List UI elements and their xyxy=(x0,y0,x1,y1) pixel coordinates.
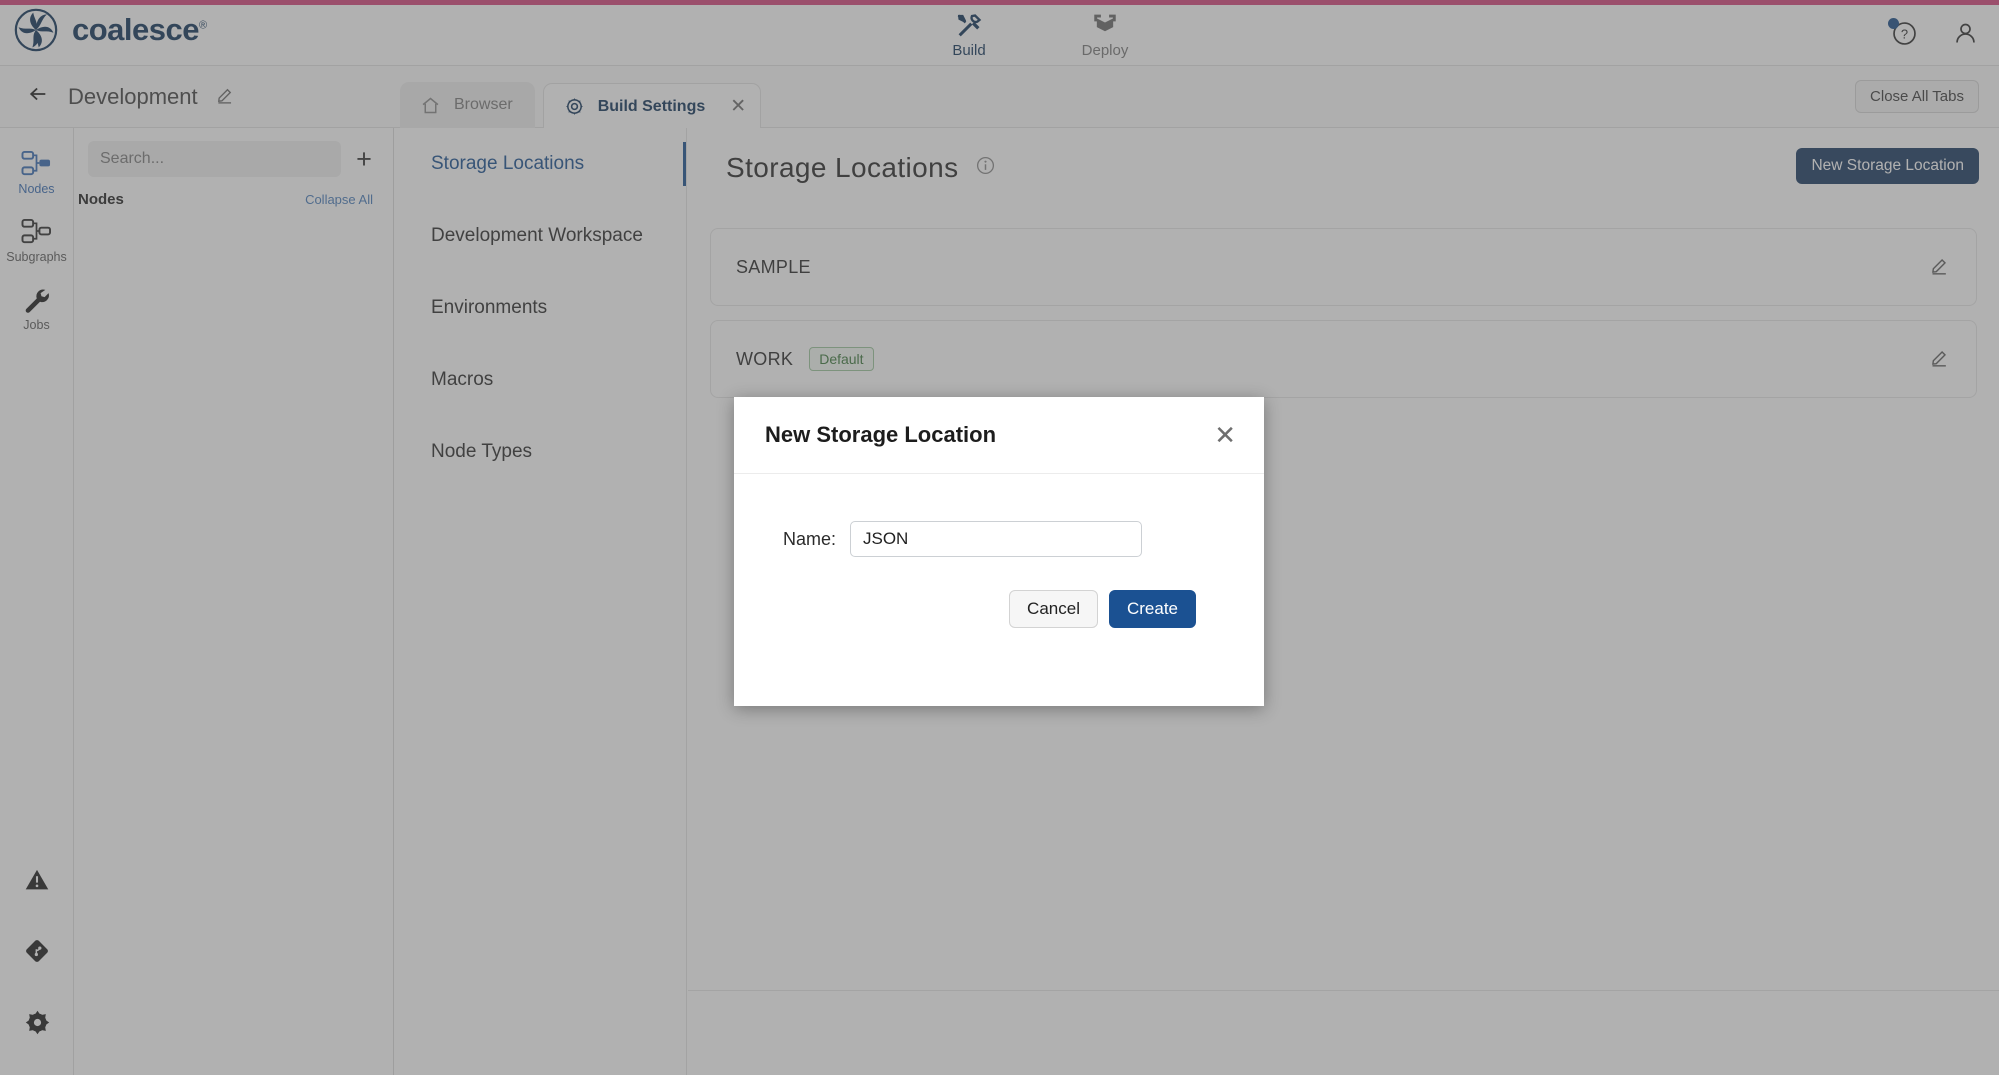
name-field-row: Name: xyxy=(762,521,1236,557)
new-storage-location-dialog: New Storage Location ✕ Name: Cancel Crea… xyxy=(734,397,1264,706)
close-icon[interactable]: ✕ xyxy=(1214,422,1236,448)
dialog-header: New Storage Location ✕ xyxy=(734,397,1264,474)
dialog-title: New Storage Location xyxy=(765,422,996,448)
dialog-body: Name: Cancel Create xyxy=(734,474,1264,628)
name-input[interactable] xyxy=(850,521,1142,557)
create-button[interactable]: Create xyxy=(1109,590,1196,628)
cancel-button[interactable]: Cancel xyxy=(1009,590,1098,628)
name-field-label: Name: xyxy=(762,529,836,550)
app-root: coalesce® Build Deploy xyxy=(0,0,1999,1075)
dialog-actions: Cancel Create xyxy=(762,557,1236,628)
